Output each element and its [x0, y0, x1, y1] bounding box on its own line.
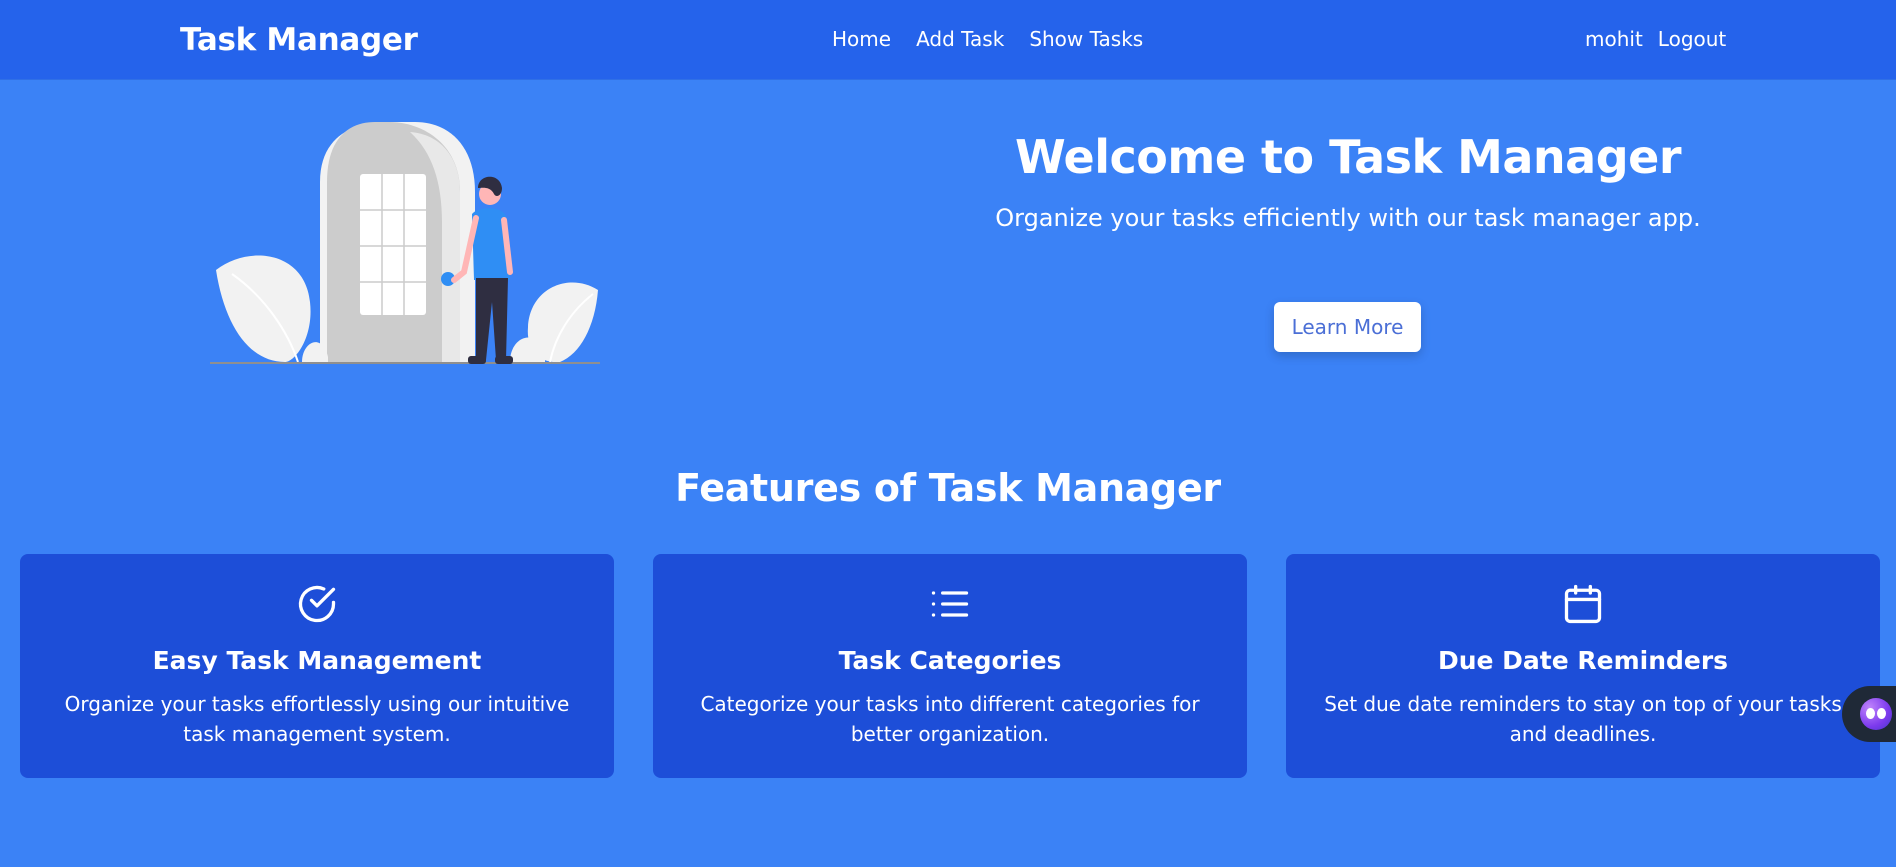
navbar: Task Manager Home Add Task Show Tasks mo…	[0, 0, 1896, 80]
features-title: Features of Task Manager	[675, 466, 1221, 510]
feature-card-description: Categorize your tasks into different cat…	[700, 692, 1200, 746]
logout-link[interactable]: Logout	[1658, 27, 1726, 51]
feature-card-task-categories: Task Categories Categorize your tasks in…	[653, 554, 1247, 778]
feature-card-easy-task-management: Easy Task Management Organize your tasks…	[20, 554, 614, 778]
nav-link-show-tasks[interactable]: Show Tasks	[1029, 27, 1143, 51]
nav-link-home[interactable]: Home	[832, 27, 891, 51]
feature-card-title: Easy Task Management	[152, 646, 482, 675]
learn-more-button[interactable]: Learn More	[1274, 302, 1421, 352]
brand-title[interactable]: Task Manager	[180, 22, 418, 58]
calendar-icon	[1564, 584, 1602, 624]
hero-section: Welcome to Task Manager Organize your ta…	[948, 130, 1748, 232]
feature-card-title: Task Categories	[838, 646, 1062, 675]
feature-card-description: Set due date reminders to stay on top of…	[1324, 692, 1842, 746]
list-icon	[931, 591, 969, 617]
username-link[interactable]: mohit	[1585, 27, 1643, 51]
nav-links: Home Add Task Show Tasks	[832, 27, 1143, 51]
feature-card-description: Organize your tasks effortlessly using o…	[64, 692, 570, 746]
feature-card-due-date-reminders: Due Date Reminders Set due date reminder…	[1286, 554, 1880, 778]
feature-card-title: Due Date Reminders	[1437, 646, 1729, 675]
chat-widget-button[interactable]	[1842, 686, 1896, 742]
check-circle-icon	[298, 585, 336, 623]
leaf-left	[216, 255, 311, 362]
hero-subtitle: Organize your tasks efficiently with our…	[995, 204, 1701, 232]
hero-illustration	[210, 122, 600, 364]
hero-title: Welcome to Task Manager	[1014, 130, 1682, 184]
nav-link-add-task[interactable]: Add Task	[916, 27, 1004, 51]
assistant-avatar-icon	[1860, 698, 1892, 730]
